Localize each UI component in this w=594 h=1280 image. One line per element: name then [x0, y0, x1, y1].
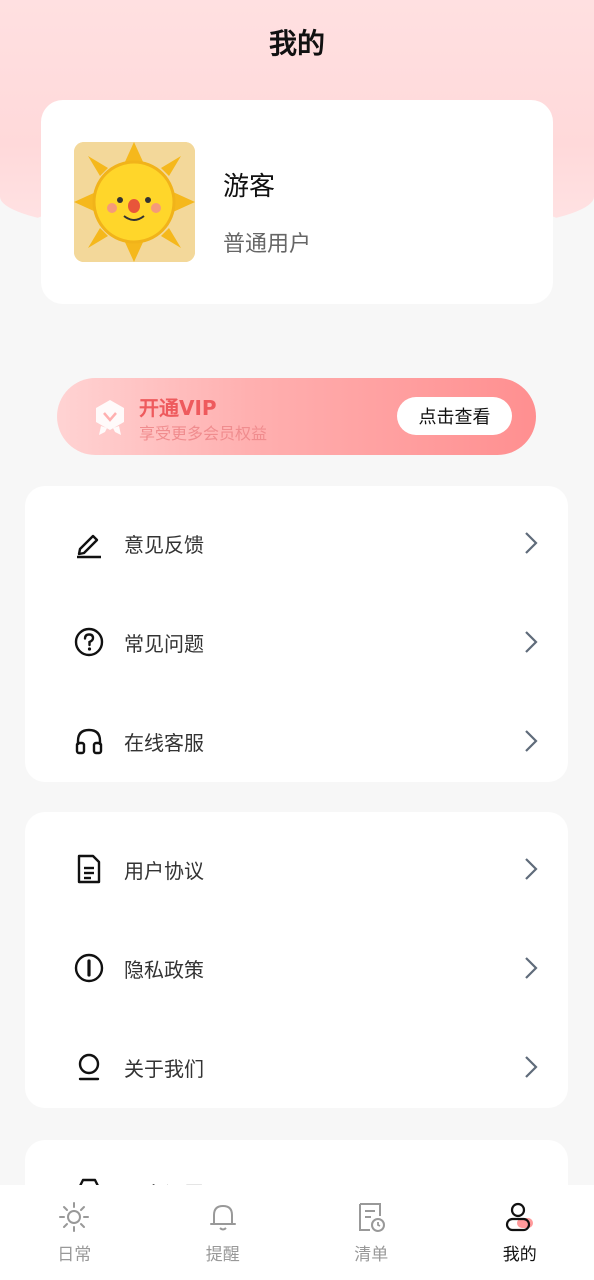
bottom-tab-bar: 日常 提醒 清单 我的	[0, 1185, 594, 1280]
chevron-right-icon	[525, 957, 538, 979]
menu-label: 用户协议	[124, 858, 204, 883]
pen-icon	[77, 534, 101, 559]
bell-icon	[209, 1205, 236, 1231]
vip-view-button[interactable]: 点击查看	[397, 397, 512, 435]
chevron-right-icon	[525, 858, 538, 880]
tab-list[interactable]: 清单	[297, 1185, 446, 1280]
vip-title: 开通VIP	[139, 396, 217, 420]
avatar[interactable]	[74, 142, 195, 262]
privacy-icon	[74, 953, 104, 983]
vip-badge-icon	[96, 400, 124, 435]
tab-daily[interactable]: 日常	[0, 1185, 149, 1280]
user-level: 普通用户	[223, 232, 312, 257]
question-icon	[74, 627, 104, 657]
user-icon	[505, 1202, 533, 1232]
tab-label: 清单	[354, 1245, 389, 1265]
menu-label: 隐私政策	[124, 957, 204, 982]
menu-label: 常见问题	[124, 631, 204, 656]
menu-card-legal: 用户协议 隐私政策 关于我们	[25, 812, 568, 1108]
about-icon	[78, 1053, 100, 1081]
menu-item-online-service[interactable]: 在线客服	[25, 711, 568, 771]
menu-label: 意见反馈	[124, 532, 204, 557]
chevron-right-icon	[525, 532, 538, 554]
vip-banner[interactable]: 开通VIP 享受更多会员权益 点击查看	[57, 378, 536, 455]
menu-item-faq[interactable]: 常见问题	[25, 612, 568, 672]
tab-mine[interactable]: 我的	[446, 1185, 594, 1280]
tab-reminder[interactable]: 提醒	[149, 1185, 298, 1280]
list-clock-icon	[359, 1203, 386, 1232]
profile-card[interactable]: 游客 普通用户	[41, 100, 553, 304]
menu-item-about-us[interactable]: 关于我们	[25, 1037, 568, 1097]
menu-label: 在线客服	[124, 730, 204, 755]
menu-item-user-agreement[interactable]: 用户协议	[25, 839, 568, 899]
menu-card-support: 意见反馈 常见问题 在线客服	[25, 486, 568, 782]
headset-icon	[75, 728, 103, 755]
chevron-right-icon	[525, 1056, 538, 1078]
document-icon	[77, 854, 101, 884]
tab-label: 日常	[57, 1245, 92, 1265]
tab-label: 提醒	[205, 1245, 240, 1265]
menu-item-privacy-policy[interactable]: 隐私政策	[25, 938, 568, 998]
user-name: 游客	[223, 172, 276, 202]
menu-label: 关于我们	[124, 1056, 204, 1081]
menu-item-feedback[interactable]: 意见反馈	[25, 513, 568, 573]
tab-label: 我的	[502, 1245, 537, 1265]
vip-subtitle: 享受更多会员权益	[139, 424, 268, 443]
chevron-right-icon	[525, 631, 538, 653]
sun-icon	[59, 1202, 90, 1232]
page-title: 我的	[268, 27, 325, 60]
chevron-right-icon	[525, 730, 538, 752]
